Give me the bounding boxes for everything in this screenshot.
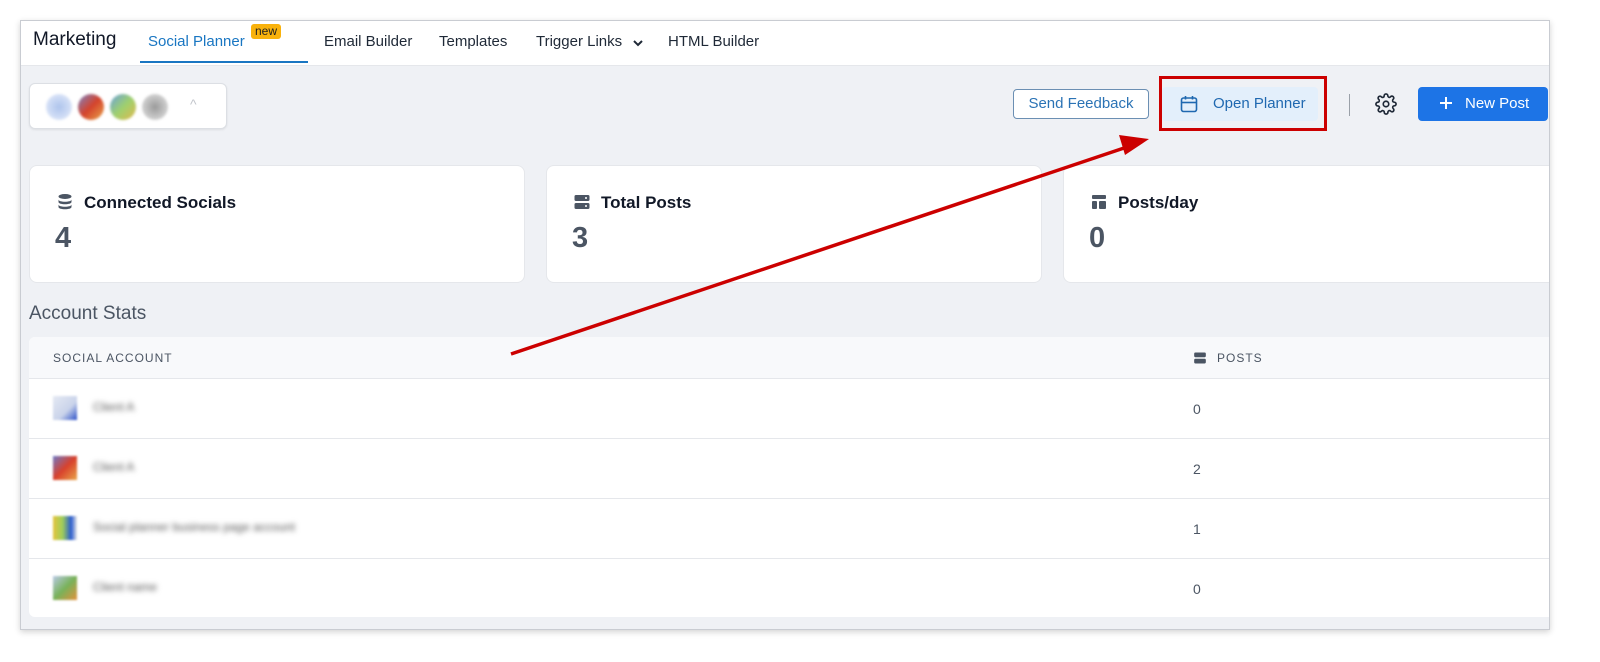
stat-card-posts-per-day: Posts/day 0 (1063, 165, 1549, 283)
tab-html-builder[interactable]: HTML Builder (668, 33, 759, 50)
layout-icon (1090, 193, 1108, 216)
tab-email-builder[interactable]: Email Builder (324, 33, 412, 50)
account-stats-table: SOCIAL ACCOUNT POSTS Client A 0 Client A… (29, 337, 1549, 617)
column-header-posts: POSTS (1217, 351, 1263, 365)
account-avatar (46, 94, 72, 120)
account-name: Client name (93, 580, 158, 594)
table-header: SOCIAL ACCOUNT POSTS (29, 337, 1549, 379)
stat-value: 4 (55, 222, 72, 254)
table-row[interactable]: Client A 0 (29, 379, 1549, 439)
table-row[interactable]: Client name 0 (29, 559, 1549, 617)
section-title-account-stats: Account Stats (29, 303, 147, 324)
table-row[interactable]: Social planner business page account 1 (29, 499, 1549, 559)
divider (1349, 94, 1350, 116)
account-avatar (142, 94, 168, 120)
database-icon (56, 193, 74, 216)
post-count: 2 (1193, 461, 1201, 477)
account-avatar (78, 94, 104, 120)
account-avatar (53, 456, 77, 480)
post-count: 1 (1193, 521, 1201, 537)
account-name: Social planner business page account (93, 520, 296, 534)
plus-icon (1438, 95, 1454, 115)
stat-card-total-posts: Total Posts 3 (546, 165, 1042, 283)
account-name: Client A (93, 460, 135, 474)
send-feedback-button[interactable]: Send Feedback (1013, 89, 1149, 119)
stat-card-connected-socials: Connected Socials 4 (29, 165, 525, 283)
server-icon (573, 193, 591, 216)
new-post-label: New Post (1465, 95, 1530, 112)
account-name: Client A (93, 400, 135, 414)
stat-value: 3 (572, 222, 589, 254)
tab-templates[interactable]: Templates (439, 33, 507, 50)
app-title: Marketing (33, 29, 117, 50)
tab-social-planner[interactable]: Social Planner (148, 33, 245, 50)
server-icon (1193, 351, 1207, 370)
column-header-social-account: SOCIAL ACCOUNT (53, 351, 173, 365)
active-tab-indicator (140, 61, 308, 63)
stat-title: Total Posts (601, 193, 692, 212)
app-window: Marketing Social Planner new Email Build… (20, 20, 1550, 630)
tab-label: Social Planner (148, 33, 245, 50)
highlight-box (1159, 76, 1327, 131)
table-row[interactable]: Client A 2 (29, 439, 1549, 499)
new-badge: new (251, 24, 282, 39)
post-count: 0 (1193, 581, 1201, 597)
gear-icon[interactable] (1375, 93, 1397, 120)
post-count: 0 (1193, 401, 1201, 417)
account-avatar (53, 396, 77, 420)
stat-title: Connected Socials (84, 193, 237, 212)
tab-trigger-links[interactable]: Trigger Links (536, 33, 644, 51)
account-avatar (53, 576, 77, 600)
stat-value: 0 (1089, 222, 1106, 254)
account-avatar (53, 516, 77, 540)
chevron-down-icon (633, 34, 644, 51)
top-navigation: Marketing Social Planner new Email Build… (21, 21, 1549, 66)
connected-accounts-avatars[interactable]: ^ (29, 83, 227, 129)
account-avatar (110, 94, 136, 120)
new-post-button[interactable]: New Post (1418, 87, 1548, 121)
stat-title: Posts/day (1118, 193, 1199, 212)
tab-label: Trigger Links (536, 33, 623, 50)
chevron-up-icon: ^ (190, 96, 197, 112)
